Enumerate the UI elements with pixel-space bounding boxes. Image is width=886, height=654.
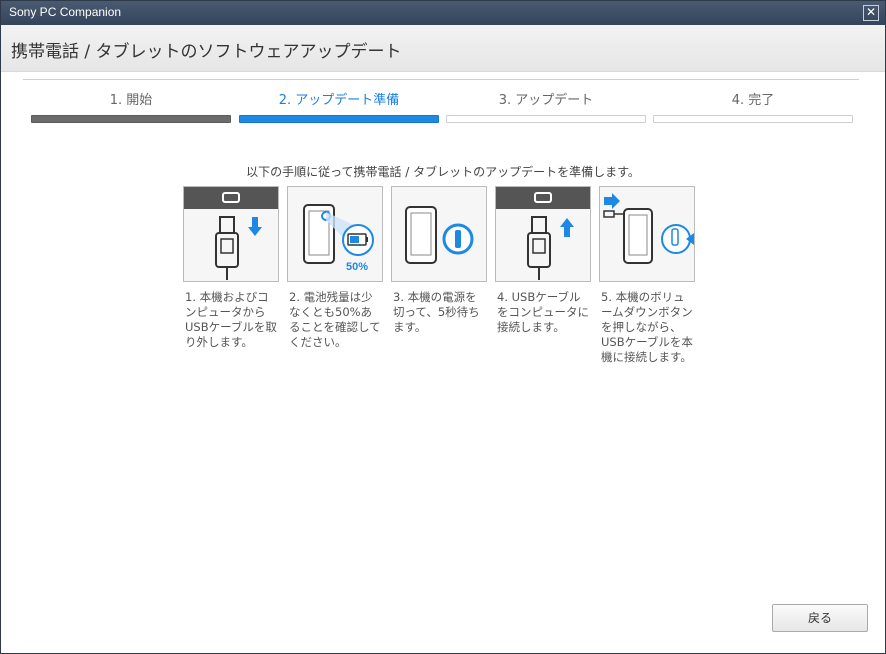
power-off-icon xyxy=(391,186,487,282)
step-label: 2. アップデート準備 xyxy=(278,93,400,108)
page-header: 携帯電話 / タブレットのソフトウェアアップデート xyxy=(1,25,885,72)
usb-unplug-icon xyxy=(183,186,279,282)
step-update: 3. アップデート xyxy=(446,89,646,123)
step-progress-bar xyxy=(31,115,231,123)
step-prepare: 2. アップデート準備 xyxy=(239,89,439,123)
battery-percent-label: 50% xyxy=(346,261,369,273)
volume-button-connect-icon xyxy=(599,186,695,282)
instruction-card-3: 3. 本機の電源を切って、5秒待ちます。 xyxy=(391,186,487,335)
close-icon[interactable]: ✕ xyxy=(863,5,879,21)
instruction-card-5: 5. 本機のボリュームダウンボタンを押しながら、USBケーブルを本機に接続します… xyxy=(599,186,695,365)
app-window: Sony PC Companion ✕ 携帯電話 / タブレットのソフトウェアア… xyxy=(0,0,886,654)
step-start: 1. 開始 xyxy=(31,89,231,123)
card-caption: 5. 本機のボリュームダウンボタンを押しながら、USBケーブルを本機に接続します… xyxy=(601,290,693,364)
step-complete: 4. 完了 xyxy=(653,89,853,123)
usb-plug-icon xyxy=(495,186,591,282)
header-divider xyxy=(23,79,859,80)
instruction-card-4: 4. USBケーブルをコンピュータに接続します。 xyxy=(495,186,591,335)
instruction-text: 以下の手順に従って携帯電話 / タブレットのアップデートを準備します。 xyxy=(246,165,640,179)
step-label: 4. 完了 xyxy=(731,93,775,108)
title-bar: Sony PC Companion ✕ xyxy=(1,1,885,25)
step-label: 1. 開始 xyxy=(109,93,153,108)
step-label: 3. アップデート xyxy=(498,93,594,108)
step-progress-bar xyxy=(446,115,646,123)
step-progress-bar xyxy=(653,115,853,123)
battery-check-icon: 50% xyxy=(287,186,383,282)
card-caption: 4. USBケーブルをコンピュータに接続します。 xyxy=(497,290,589,334)
card-caption: 1. 本機およびコンピュータからUSBケーブルを取り外します。 xyxy=(185,290,277,349)
step-progress-bar xyxy=(239,115,439,123)
instruction-card-2: 50% 2. 電池残量は少なくとも50%あることを確認してください。 xyxy=(287,186,383,350)
card-caption: 3. 本機の電源を切って、5秒待ちます。 xyxy=(393,290,480,334)
card-caption: 2. 電池残量は少なくとも50%あることを確認してください。 xyxy=(289,290,381,349)
instruction-card-1: 1. 本機およびコンピュータからUSBケーブルを取り外します。 xyxy=(183,186,279,350)
back-button[interactable]: 戻る xyxy=(772,604,868,632)
window-title: Sony PC Companion xyxy=(9,5,122,19)
page-title: 携帯電話 / タブレットのソフトウェアアップデート xyxy=(11,42,402,62)
